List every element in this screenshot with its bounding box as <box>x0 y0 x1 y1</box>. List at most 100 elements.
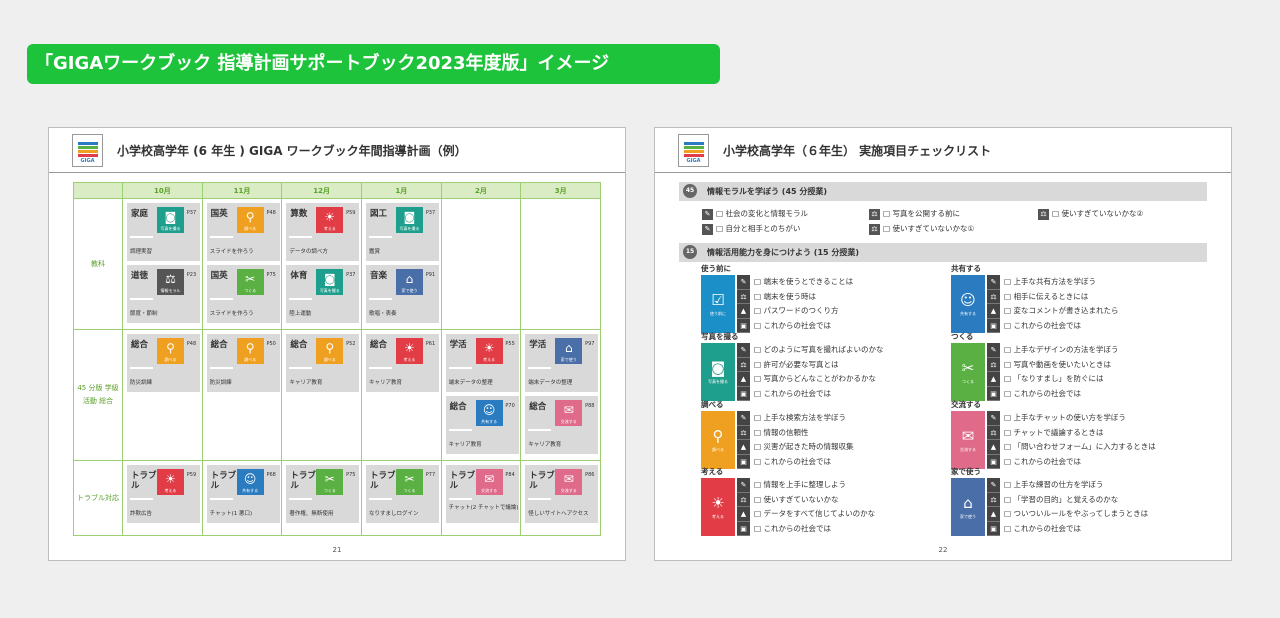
lesson-card[interactable]: 国英 ✂ つくる P75 スライドを作ろう <box>206 265 280 323</box>
checklist-item[interactable]: ⚖ □ 使いすぎていないかな① <box>869 223 974 235</box>
checklist-item[interactable]: ⚖ □ 使いすぎていないかな② <box>1038 208 1143 220</box>
clock-icon: 15 <box>683 245 697 259</box>
lightbulb-icon: ☀ 考える <box>157 469 184 495</box>
lightbulb-icon: ☀ 考える <box>316 207 344 233</box>
card-page: P37 <box>186 210 197 216</box>
magnifier-icon: ⚲ 調べる <box>157 338 184 364</box>
checklist-item[interactable]: □ これからの社会では <box>1004 387 1118 402</box>
card-topic: 防災訓練 <box>130 380 153 386</box>
card-page: P70 <box>505 403 515 409</box>
card-icon-label: つくる <box>403 488 416 493</box>
lesson-card[interactable]: トラブル ✂ つくる P77 なりすましログイン <box>365 465 439 523</box>
checklist-item[interactable]: □ 使いすぎていないかな <box>754 493 875 508</box>
gavel-icon: ⚖ <box>737 493 750 507</box>
logo-text: GIGA <box>80 158 95 164</box>
lesson-card[interactable]: 総合 ☺ 共有する P70 キャリア教育 <box>445 396 519 454</box>
page-header: GIGA 小学校高学年（６年生） 実施項目チェックリスト <box>655 128 1231 173</box>
group-search: 調べる ⚲ 調べる ✎ ⚖ ▲ ▣ □ 上手な検索方法を学ぼう □ 情報の信頼性 □ 災害が… <box>701 400 951 477</box>
card-subject: トラブル <box>290 471 316 491</box>
icon-strip: ✎ ⚖ ▲ ▣ <box>987 343 1000 401</box>
checklist-item[interactable]: □ チャットで議論するときは <box>1004 426 1156 441</box>
lesson-card[interactable]: 図工 ◙ 写真を撮る P37 鑑賞 <box>365 203 439 261</box>
plan-cell: トラブル ☀ 考える P59 詐欺広告 <box>122 460 203 536</box>
checklist-item[interactable]: ⚖ □ 写真を公開する前に <box>869 208 960 220</box>
page-number: 22 <box>938 546 948 554</box>
lesson-card[interactable]: 総合 ⚲ 調べる P48 防災訓練 <box>127 334 200 392</box>
checklist-item[interactable]: □ ついついルールをやぶってしまうときは <box>1004 507 1148 522</box>
checklist-item[interactable]: □ これからの社会では <box>754 319 853 334</box>
checklist-item[interactable]: □ これからの社会では <box>1004 455 1156 470</box>
checklist-item[interactable]: □ これからの社会では <box>754 522 875 537</box>
card-page: P84 <box>505 472 515 478</box>
card-subject: トラブル <box>449 471 476 491</box>
checklist-item[interactable]: □ 端末を使う時は <box>754 290 853 305</box>
plan-table: 10月 11月 12月 1月 2月 3月 教科 家庭 ◙ 写真を撮る P37 調理実習 … <box>73 182 601 536</box>
checklist-item[interactable]: □ 上手な検索方法を学ぼう <box>754 411 853 426</box>
card-topic: 著作権、無断使用 <box>289 511 334 517</box>
gavel-icon: ⚖ <box>869 223 880 235</box>
checklist-item[interactable]: □ 相手に伝えるときには <box>1004 290 1118 305</box>
lesson-card[interactable]: 体育 ◙ 写真を撮る P37 陸上運動 <box>286 265 360 323</box>
checklist-item[interactable]: □ これからの社会では <box>754 455 853 470</box>
checklist-item[interactable]: □ 変なコメントが書き込まれたら <box>1004 304 1118 319</box>
gavel-icon: ⚖ <box>737 290 750 304</box>
lesson-card[interactable]: 総合 ⚲ 調べる P50 防災訓練 <box>206 334 280 392</box>
checklist-item[interactable]: □ 災害が起きた時の情報収集 <box>754 440 853 455</box>
lesson-card[interactable]: 家庭 ◙ 写真を撮る P37 調理実習 <box>127 203 200 261</box>
divider <box>209 367 233 369</box>
group-home: 家で使う ⌂ 家で使う ✎ ⚖ ▲ ▣ □ 上手な練習の仕方を学ぼう □ 「学習の目的」と… <box>951 467 1201 544</box>
checklist-item[interactable]: □ これからの社会では <box>754 387 883 402</box>
chat-icon: ✉ 交流する <box>555 469 583 495</box>
lesson-card[interactable]: 音楽 ⌂ 家で使う P91 歌唱・表奏 <box>365 265 439 323</box>
checklist-item[interactable]: □ 情報を上手に整理しよう <box>754 478 875 493</box>
card-topic: キャリア教育 <box>528 442 562 448</box>
checklist-item[interactable]: □ 「学習の目的」と覚えるのかな <box>1004 493 1148 508</box>
lesson-card[interactable]: 算数 ☀ 考える P59 データの調べ方 <box>286 203 360 261</box>
divider <box>289 498 313 500</box>
card-page: P75 <box>346 472 356 478</box>
card-icon-label: 考える <box>323 226 336 231</box>
checklist-item[interactable]: □ 上手なチャットの使い方を学ぼう <box>1004 411 1156 426</box>
card-icon-label: 写真を撮る <box>319 288 340 293</box>
lesson-card[interactable]: トラブル ✉ 交流する P84 チャット(2 チャットで議論) <box>445 465 519 523</box>
checklist-item[interactable]: □ 上手な練習の仕方を学ぼう <box>1004 478 1148 493</box>
checklist-item[interactable]: □ パスワードのつくり方 <box>754 304 853 319</box>
card-subject: 体育 <box>290 271 308 281</box>
plan-cell: 総合 ⚲ 調べる P48 防災訓練 <box>122 329 203 461</box>
plan-cell <box>520 198 601 330</box>
lesson-card[interactable]: 総合 ⚲ 調べる P52 キャリア教育 <box>286 334 360 392</box>
plan-cell: 総合 ⚲ 調べる P50 防災訓練 <box>201 329 283 461</box>
checklist-item[interactable]: □ 写真や動画を使いたいときは <box>1004 358 1118 373</box>
card-topic: データの調べ方 <box>289 249 328 255</box>
month-header: 11月 <box>201 182 283 199</box>
checklist-item[interactable]: □ 「なりすまし」を防ぐには <box>1004 372 1118 387</box>
lesson-card[interactable]: トラブル ✂ つくる P75 著作権、無断使用 <box>286 465 360 523</box>
lesson-card[interactable]: 総合 ☀ 考える P61 キャリア教育 <box>365 334 439 392</box>
checklist-item[interactable]: □ 上手な共有方法を学ぼう <box>1004 275 1118 290</box>
page-header: GIGA 小学校高学年 (6 年生 ) GIGA ワークブック年間指導計画（例） <box>49 128 625 173</box>
magnifier-icon: ⚲ 調べる <box>236 207 264 233</box>
pen-icon: ✎ <box>737 343 750 358</box>
checklist-item[interactable]: ✎ □ 社会の変化と情報モラル <box>702 208 808 220</box>
lesson-card[interactable]: 国英 ⚲ 調べる P48 スライドを作ろう <box>206 203 280 261</box>
lesson-card[interactable]: トラブル ☺ 共有する P68 チャット(1 悪口) <box>206 465 280 523</box>
checklist-item[interactable]: □ 端末を使うとできることは <box>754 275 853 290</box>
group-title: 考える <box>701 467 724 476</box>
lesson-card[interactable]: 学活 ☀ 考える P55 端末データの整理 <box>445 334 519 392</box>
checklist-item[interactable]: □ 上手なデザインの方法を学ぼう <box>1004 343 1118 358</box>
checklist-item[interactable]: ✎ □ 自分と相手とのちがい <box>702 223 800 235</box>
checklist-item[interactable]: □ 許可が必要な写真とは <box>754 358 883 373</box>
lesson-card[interactable]: 学活 ⌂ 家で使う P97 端末データの整理 <box>525 334 599 392</box>
checklist-item[interactable]: □ 「問い合わせフォーム」に入力するときは <box>1004 440 1156 455</box>
lesson-card[interactable]: トラブル ✉ 交流する P86 怪しいサイトへアクセス <box>525 465 599 523</box>
checklist-item[interactable]: □ どのように写真を撮ればよいのかな <box>754 343 883 358</box>
checklist-item[interactable]: □ これからの社会では <box>1004 522 1148 537</box>
page-title: 小学校高学年 (6 年生 ) GIGA ワークブック年間指導計画（例） <box>117 144 467 158</box>
checklist-item[interactable]: □ データをすべて信じてよいのかな <box>754 507 875 522</box>
lesson-card[interactable]: 道徳 ⚖ 情報モラル P23 節度・節制 <box>127 265 200 323</box>
checklist-item[interactable]: □ 情報の信頼性 <box>754 426 853 441</box>
checklist-item[interactable]: □ 写真からどんなことがわかるかな <box>754 372 883 387</box>
lesson-card[interactable]: トラブル ☀ 考える P59 詐欺広告 <box>127 465 200 523</box>
checklist-item[interactable]: □ これからの社会では <box>1004 319 1118 334</box>
lesson-card[interactable]: 総合 ✉ 交流する P88 キャリア教育 <box>525 396 599 454</box>
